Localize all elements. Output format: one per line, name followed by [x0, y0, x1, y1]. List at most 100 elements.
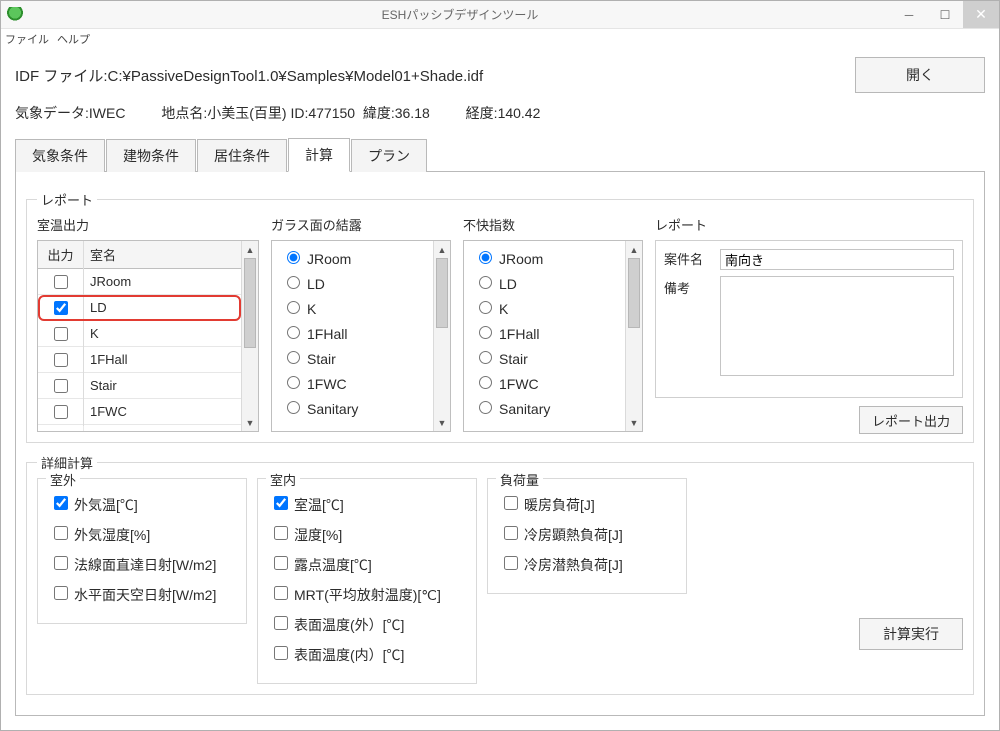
scroll-up-icon[interactable]: ▲ [242, 241, 258, 258]
room-check-1fwc[interactable] [54, 405, 68, 419]
run-calc-button[interactable]: 計算実行 [859, 618, 963, 650]
scroll-up-icon[interactable]: ▲ [434, 241, 450, 258]
table-row[interactable]: JRoom [38, 269, 241, 295]
room-check-ld[interactable] [54, 301, 68, 315]
list-item[interactable]: 1FWC [276, 370, 429, 395]
close-button[interactable]: ✕ [963, 1, 999, 28]
room-col-output[interactable]: 出力 [38, 241, 84, 268]
list-item[interactable]: 1FHall [276, 320, 429, 345]
scroll-down-icon[interactable]: ▼ [242, 414, 258, 431]
minimize-button[interactable]: ─ [891, 1, 927, 28]
discomfort-scrollbar[interactable]: ▲ ▼ [625, 241, 642, 431]
app-icon [7, 7, 23, 23]
list-item[interactable]: 1FHall [468, 320, 621, 345]
room-col-name[interactable]: 室名 [84, 241, 241, 268]
open-button[interactable]: 開く [855, 57, 985, 93]
chk-surface-out[interactable]: 表面温度(外）[℃] [270, 609, 464, 639]
idf-path-value: C:¥PassiveDesignTool1.0¥Samples¥Model01+… [108, 68, 484, 85]
scroll-thumb[interactable] [244, 258, 256, 348]
climate-lon: 経度:140.42 [466, 103, 541, 123]
room-check-sanitary[interactable] [54, 431, 68, 432]
scroll-down-icon[interactable]: ▼ [434, 414, 450, 431]
room-name: 1FHall [84, 348, 241, 371]
list-item[interactable]: JRoom [276, 245, 429, 270]
chk-cooling-latent[interactable]: 冷房潜熱負荷[J] [500, 549, 674, 579]
chk-surface-in[interactable]: 表面温度(内）[℃] [270, 639, 464, 669]
discomfort-section: 不快指数 JRoom LD K 1FHall Stair 1FWC Sanita… [463, 215, 643, 432]
tab-building[interactable]: 建物条件 [106, 139, 196, 172]
room-name: JRoom [84, 270, 241, 293]
table-row[interactable]: Stair [38, 373, 241, 399]
chk-room-humidity[interactable]: 湿度[%] [270, 519, 464, 549]
room-name: 1FWC [84, 400, 241, 423]
idf-path: IDF ファイル:C:¥PassiveDesignTool1.0¥Samples… [15, 65, 855, 86]
discomfort-listbox: JRoom LD K 1FHall Stair 1FWC Sanitary ▲ … [463, 240, 643, 432]
list-item[interactable]: JRoom [468, 245, 621, 270]
list-item[interactable]: Sanitary [468, 395, 621, 420]
room-temp-scrollbar[interactable]: ▲ ▼ [241, 241, 258, 431]
list-item[interactable]: K [468, 295, 621, 320]
room-check-jroom[interactable] [54, 275, 68, 289]
discomfort-title: 不快指数 [463, 215, 643, 234]
list-item[interactable]: 1FWC [468, 370, 621, 395]
report-output-section: レポート 案件名 備考 レポート出力 [655, 215, 963, 432]
scroll-down-icon[interactable]: ▼ [626, 414, 642, 431]
list-item[interactable]: Stair [468, 345, 621, 370]
case-name-input[interactable] [720, 249, 954, 270]
tab-living[interactable]: 居住条件 [197, 139, 287, 172]
report-legend: レポート [37, 190, 97, 209]
table-row[interactable]: 1FWC [38, 399, 241, 425]
load-legend: 負荷量 [496, 470, 543, 489]
chk-mrt[interactable]: MRT(平均放射温度)[℃] [270, 579, 464, 609]
tab-plan[interactable]: プラン [351, 139, 427, 172]
table-row[interactable]: Sanitary [38, 425, 241, 431]
tab-calc[interactable]: 計算 [288, 138, 350, 172]
report-output-button[interactable]: レポート出力 [859, 406, 963, 434]
note-label: 備考 [664, 278, 712, 297]
chk-heating-load[interactable]: 暖房負荷[J] [500, 489, 674, 519]
chk-cooling-sensible[interactable]: 冷房顕熱負荷[J] [500, 519, 674, 549]
report-group: レポート 室温出力 出力 室名 JRoom [26, 190, 974, 443]
room-temp-table: 出力 室名 JRoom LD [37, 240, 259, 432]
glass-scrollbar[interactable]: ▲ ▼ [433, 241, 450, 431]
list-item[interactable]: K [276, 295, 429, 320]
table-row[interactable]: 1FHall [38, 347, 241, 373]
chk-direct-normal[interactable]: 法線面直達日射[W/m2] [50, 549, 234, 579]
room-name: LD [84, 296, 241, 319]
detailed-calc-group: 詳細計算 室外 外気温[℃] 外気湿度[%] 法線面直達日射[W/m2] 水平面… [26, 453, 974, 695]
list-item[interactable]: LD [276, 270, 429, 295]
report-out-title: レポート [655, 215, 963, 234]
outdoor-group: 室外 外気温[℃] 外気湿度[%] 法線面直達日射[W/m2] 水平面天空日射[… [37, 478, 247, 624]
glass-condensation-section: ガラス面の結露 JRoom LD K 1FHall Stair 1FWC San… [271, 215, 451, 432]
chk-diffuse-horizontal[interactable]: 水平面天空日射[W/m2] [50, 579, 234, 609]
note-input[interactable] [720, 276, 954, 376]
room-name: Sanitary [84, 426, 241, 431]
scroll-up-icon[interactable]: ▲ [626, 241, 642, 258]
maximize-button[interactable]: ☐ [927, 1, 963, 28]
scroll-thumb[interactable] [628, 258, 640, 328]
menu-file[interactable]: ファイル [5, 31, 49, 47]
room-check-k[interactable] [54, 327, 68, 341]
chk-room-temp[interactable]: 室温[℃] [270, 489, 464, 519]
chk-outdoor-temp[interactable]: 外気温[℃] [50, 489, 234, 519]
table-row[interactable]: K [38, 321, 241, 347]
chk-dewpoint[interactable]: 露点温度[℃] [270, 549, 464, 579]
climate-site: 地点名:小美玉(百里) ID:477150 緯度:36.18 [161, 103, 429, 123]
window-title: ESHパッシブデザインツール [29, 6, 891, 23]
glass-listbox: JRoom LD K 1FHall Stair 1FWC Sanitary ▲ … [271, 240, 451, 432]
climate-data: 気象データ:IWEC [15, 103, 125, 123]
menu-help[interactable]: ヘルプ [57, 31, 90, 47]
room-check-1fhall[interactable] [54, 353, 68, 367]
load-group: 負荷量 暖房負荷[J] 冷房顕熱負荷[J] 冷房潜熱負荷[J] [487, 478, 687, 594]
table-row[interactable]: LD [38, 295, 241, 321]
outdoor-legend: 室外 [46, 470, 80, 489]
list-item[interactable]: LD [468, 270, 621, 295]
list-item[interactable]: Stair [276, 345, 429, 370]
room-check-stair[interactable] [54, 379, 68, 393]
main-tabs: 気象条件 建物条件 居住条件 計算 プラン [15, 137, 985, 172]
chk-outdoor-humidity[interactable]: 外気湿度[%] [50, 519, 234, 549]
tab-weather[interactable]: 気象条件 [15, 139, 105, 172]
scroll-thumb[interactable] [436, 258, 448, 328]
room-name: K [84, 322, 241, 345]
list-item[interactable]: Sanitary [276, 395, 429, 420]
